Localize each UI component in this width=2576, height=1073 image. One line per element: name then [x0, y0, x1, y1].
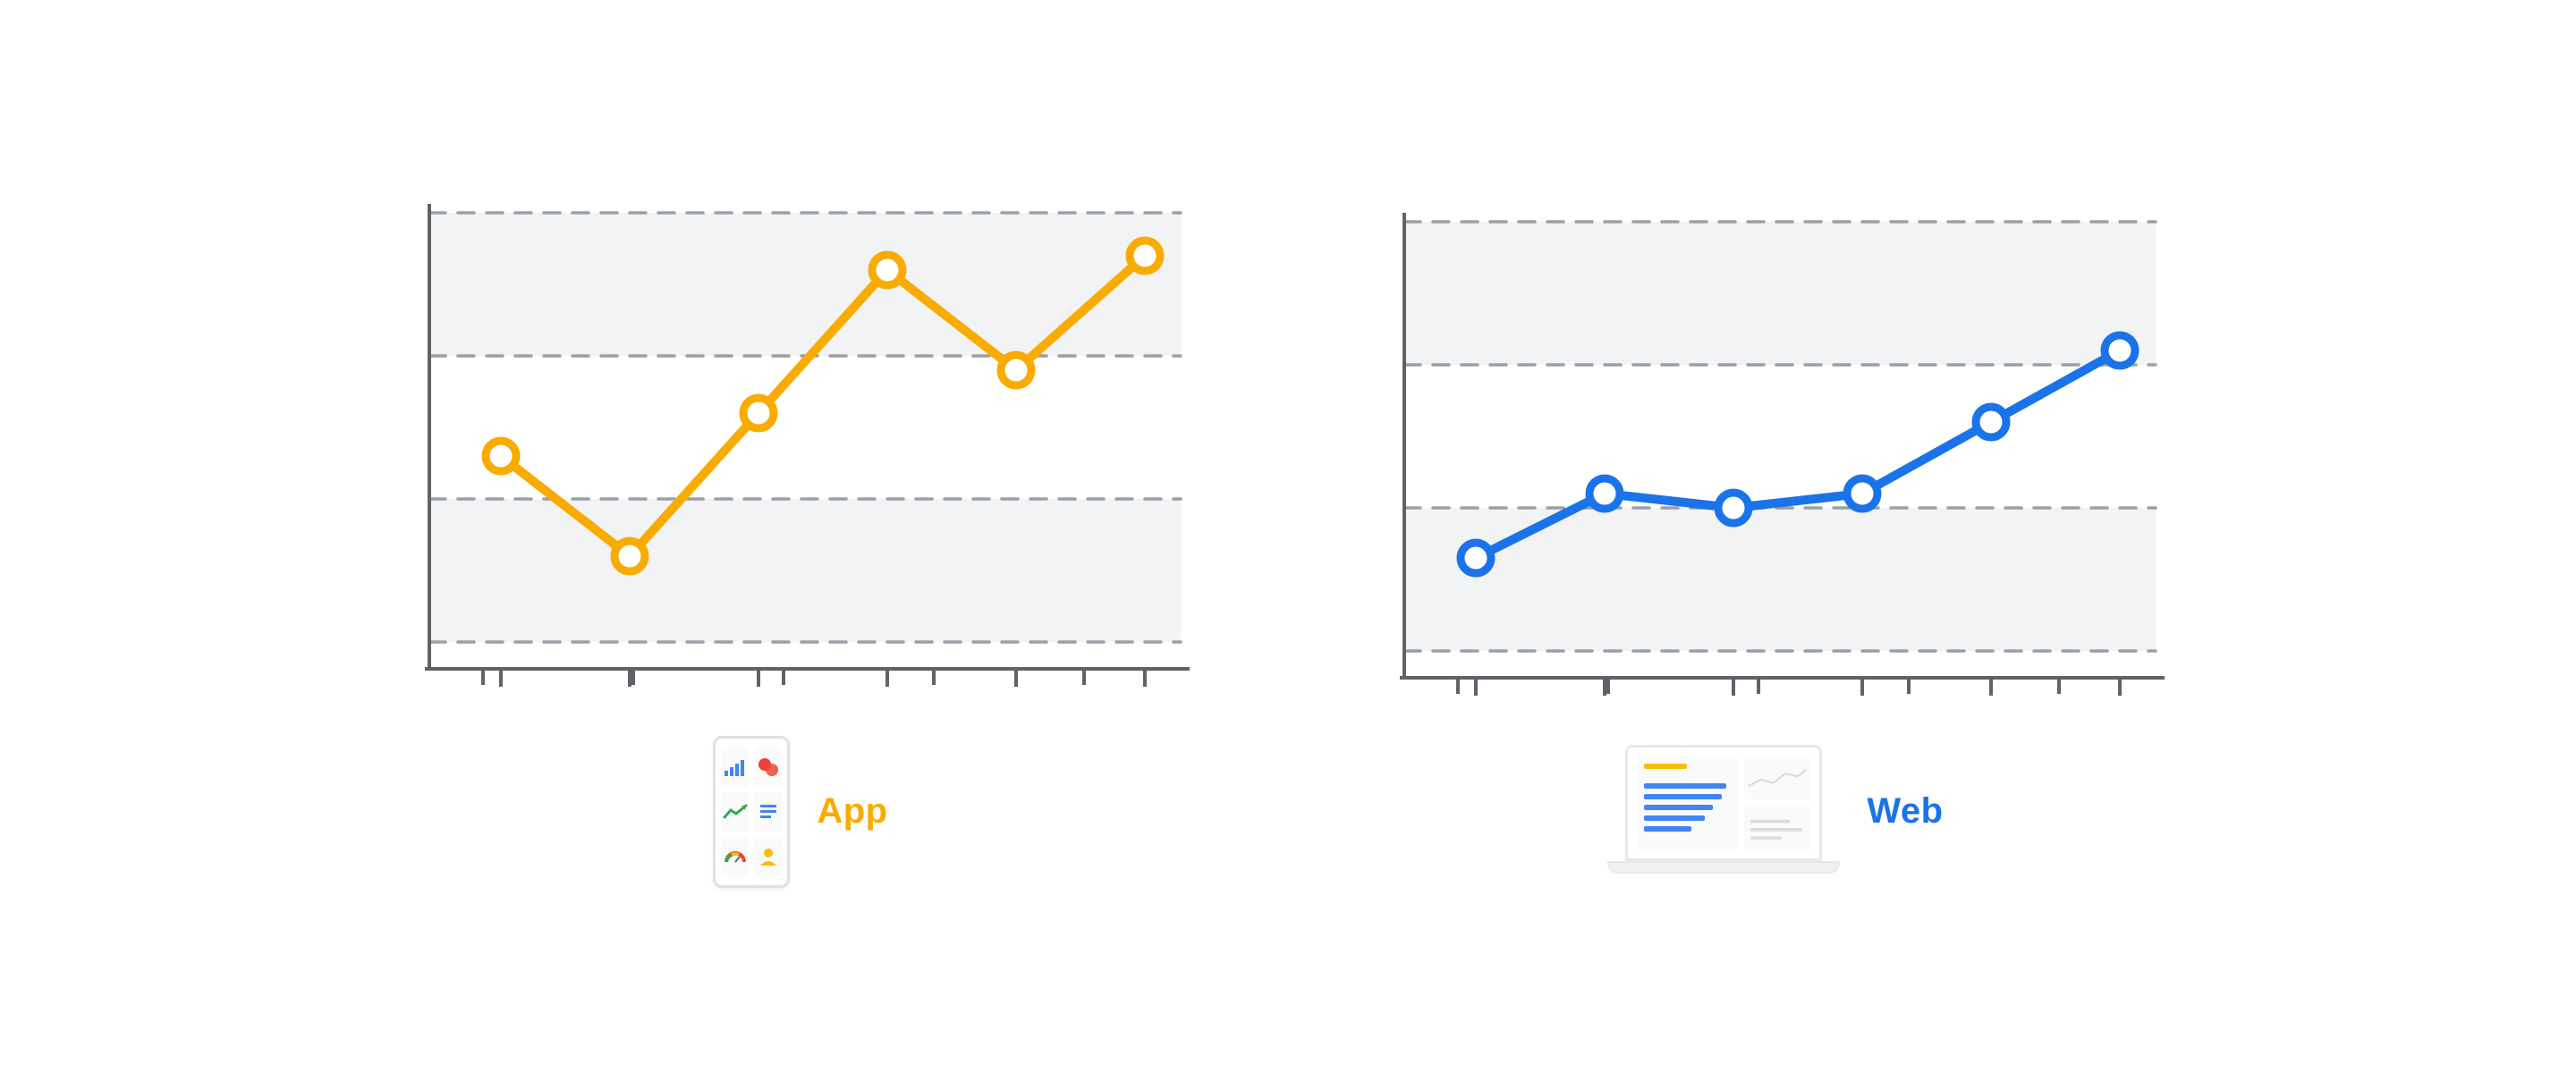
legend-web: Web	[1607, 745, 1943, 879]
chart-svg-app	[394, 186, 1208, 696]
laptop-icon	[1607, 745, 1840, 879]
chart-svg-web	[1368, 195, 2182, 705]
legend-label-app: App	[817, 791, 887, 832]
chart-web: Web	[1368, 195, 2182, 879]
chart-app: App	[394, 186, 1208, 888]
phone-icon	[713, 736, 790, 888]
legend-app: App	[713, 736, 887, 888]
chart-app-plot	[394, 186, 1208, 700]
chart-web-plot	[1368, 195, 2182, 709]
legend-label-web: Web	[1867, 791, 1943, 832]
